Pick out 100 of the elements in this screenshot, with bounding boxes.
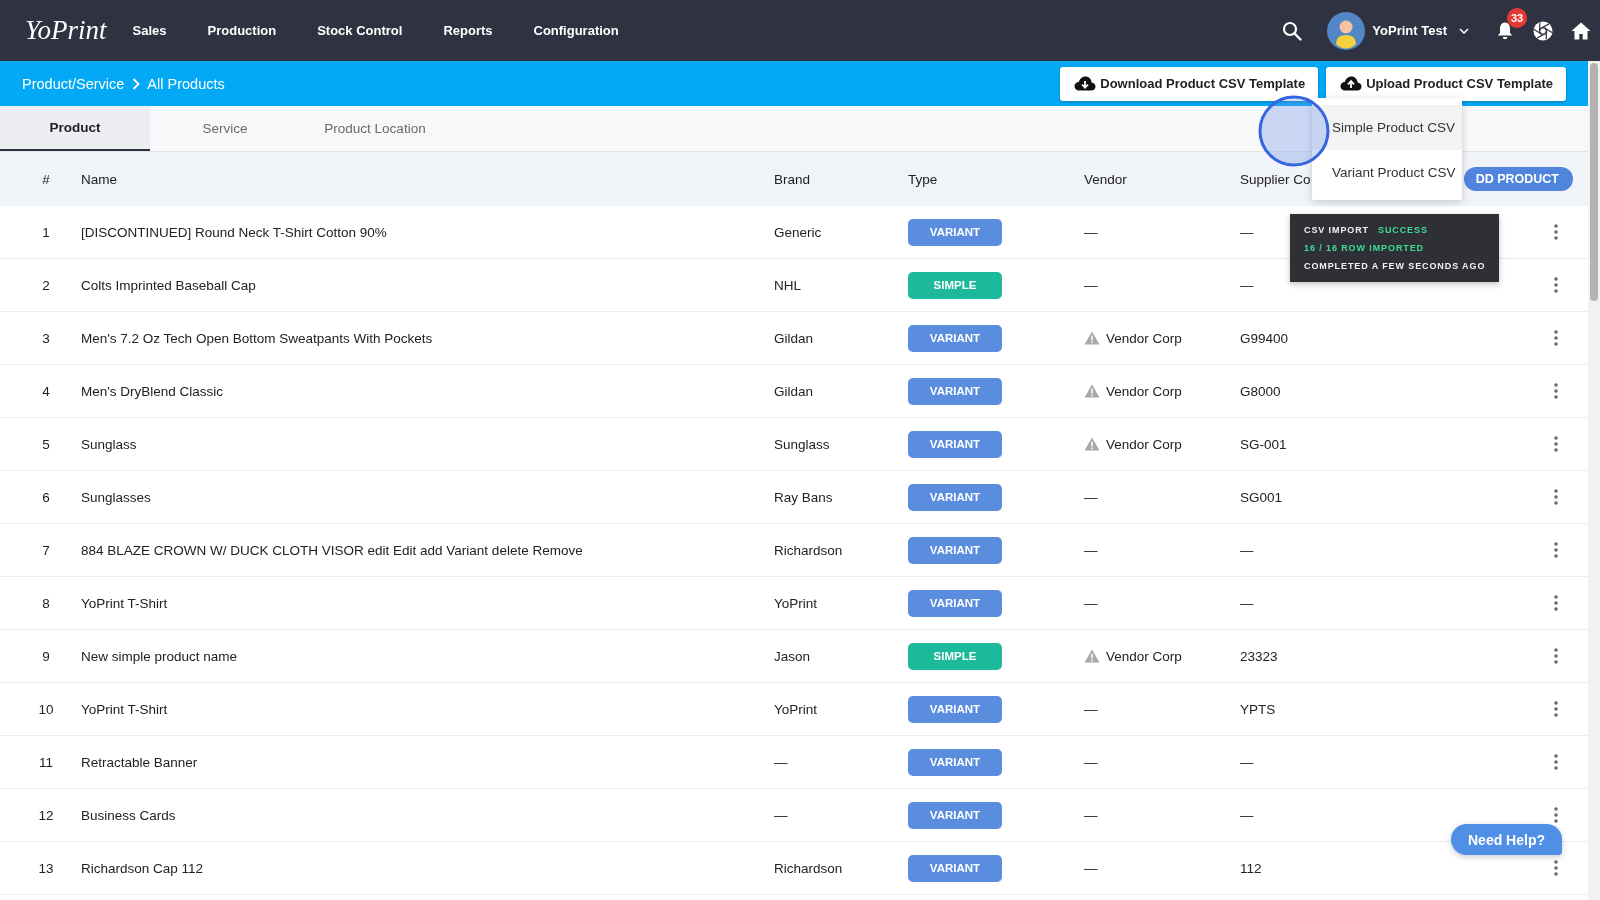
- type-tag: VARIANT: [908, 695, 1002, 723]
- table-cell: Richardson: [774, 860, 843, 876]
- more-options-icon[interactable]: [1554, 224, 1558, 240]
- type-tag: VARIANT: [908, 854, 1002, 882]
- user-name[interactable]: YoPrint Test: [1372, 23, 1447, 38]
- type-tag: SIMPLE: [908, 271, 1002, 299]
- more-options-icon[interactable]: [1554, 383, 1558, 399]
- type-tag: VARIANT: [908, 430, 1002, 458]
- vendor-name: —: [1084, 860, 1098, 876]
- nav-menu-item[interactable]: Sales: [132, 23, 167, 38]
- vendor-name: —: [1084, 489, 1098, 505]
- menu-item[interactable]: Variant Product CSV: [1312, 150, 1462, 195]
- more-options-icon[interactable]: [1554, 754, 1558, 770]
- supplier-code: —: [1240, 595, 1254, 611]
- tab[interactable]: Product: [0, 106, 150, 151]
- more-options-icon[interactable]: [1554, 489, 1558, 505]
- avatar-icon[interactable]: [1327, 11, 1366, 50]
- more-options-icon[interactable]: [1554, 648, 1558, 664]
- csv-template-button[interactable]: Upload Product CSV Template: [1326, 66, 1566, 101]
- supplier-code: SG-001: [1240, 436, 1287, 452]
- column-header: Name: [81, 171, 117, 187]
- row-number: 6: [42, 489, 50, 505]
- menu-item[interactable]: Simple Product CSV: [1312, 105, 1462, 150]
- toast-status: SUCCESS: [1378, 225, 1428, 236]
- supplier-code: —: [1240, 754, 1254, 770]
- supplier-code: G8000: [1240, 383, 1281, 399]
- more-options-icon[interactable]: [1554, 860, 1558, 876]
- more-options-icon[interactable]: [1554, 807, 1558, 823]
- column-header: Supplier Co: [1240, 171, 1311, 187]
- more-options-icon[interactable]: [1554, 701, 1558, 717]
- nav-menu-item[interactable]: Reports: [443, 23, 493, 38]
- toast-time: COMPLETED A FEW SECONDS AGO: [1304, 261, 1486, 272]
- type-tag: VARIANT: [908, 377, 1002, 405]
- more-options-icon[interactable]: [1554, 542, 1558, 558]
- more-options-icon[interactable]: [1554, 436, 1558, 452]
- vendor-name: Vendor Corp: [1106, 648, 1182, 664]
- click-highlight-icon: [1258, 95, 1330, 167]
- table-cell: —: [774, 754, 788, 770]
- table-cell: Generic: [774, 224, 822, 240]
- add-product-button[interactable]: DD PRODUCT: [1463, 167, 1573, 191]
- vendor-name: Vendor Corp: [1106, 436, 1182, 452]
- cloud-upload-icon: [1340, 76, 1363, 91]
- supplier-code: —: [1240, 542, 1254, 558]
- row-number: 12: [38, 807, 54, 823]
- search-icon[interactable]: [1282, 20, 1303, 41]
- chevron-right-icon: [132, 77, 141, 90]
- product-name: Sunglass: [81, 436, 137, 452]
- chevron-down-icon[interactable]: [1459, 27, 1469, 34]
- nav-menu-item[interactable]: Stock Control: [317, 23, 403, 38]
- vendor-name: —: [1084, 277, 1098, 293]
- vendor-name: —: [1084, 701, 1098, 717]
- column-header: Vendor: [1084, 171, 1127, 187]
- column-header: Type: [908, 171, 938, 187]
- toast-title: CSV IMPORT: [1304, 225, 1369, 236]
- vendor-name: —: [1084, 807, 1098, 823]
- notification-count-badge: 33: [1507, 7, 1527, 28]
- vendor-name: —: [1084, 224, 1098, 240]
- table-cell: Jason: [774, 648, 811, 664]
- row-number: 10: [38, 701, 54, 717]
- aperture-icon[interactable]: [1533, 20, 1553, 41]
- table-cell: NHL: [774, 277, 801, 293]
- row-number: 9: [42, 648, 50, 664]
- table-cell: Gildan: [774, 383, 814, 399]
- product-name: Retractable Banner: [81, 754, 198, 770]
- product-name: 884 BLAZE CROWN W/ DUCK CLOTH VISOR edit Edit add Variant delete Remove: [81, 542, 583, 558]
- supplier-code: 112: [1240, 860, 1262, 876]
- type-tag: VARIANT: [908, 536, 1002, 564]
- bell-icon[interactable]: [1495, 20, 1515, 41]
- tab[interactable]: Product Location: [300, 106, 450, 151]
- more-options-icon[interactable]: [1554, 277, 1558, 293]
- type-tag: SIMPLE: [908, 642, 1002, 670]
- product-name: Business Cards: [81, 807, 176, 823]
- supplier-code: —: [1240, 807, 1254, 823]
- type-tag: VARIANT: [908, 801, 1002, 829]
- csv-template-button[interactable]: Download Product CSV Template: [1060, 66, 1319, 101]
- tab[interactable]: Service: [150, 106, 300, 151]
- toast-detail: 16 / 16 ROW IMPORTED: [1304, 243, 1425, 254]
- type-tag: VARIANT: [908, 483, 1002, 511]
- row-number: 7: [42, 542, 50, 558]
- product-name: Men's 7.2 Oz Tech Open Bottom Sweatpants With Pockets: [81, 330, 433, 346]
- nav-menu-item[interactable]: Configuration: [533, 23, 619, 38]
- scrollbar-thumb[interactable]: [1590, 63, 1598, 301]
- vendor-name: —: [1084, 542, 1098, 558]
- type-tag: VARIANT: [908, 748, 1002, 776]
- app-logo[interactable]: YoPrint: [25, 17, 107, 44]
- vendor-name: Vendor Corp: [1106, 330, 1182, 346]
- table-cell: YoPrint: [774, 701, 818, 717]
- nav-menu-item[interactable]: Production: [207, 23, 277, 38]
- supplier-code: —: [1240, 224, 1254, 240]
- vendor-name: —: [1084, 595, 1098, 611]
- more-options-icon[interactable]: [1554, 330, 1558, 346]
- row-number: 11: [39, 754, 53, 770]
- home-icon[interactable]: [1571, 21, 1591, 40]
- more-options-icon[interactable]: [1554, 595, 1558, 611]
- row-number: 5: [42, 436, 50, 452]
- supplier-code: YPTS: [1240, 701, 1276, 717]
- table-cell: YoPrint: [774, 595, 818, 611]
- table-cell: Ray Bans: [774, 489, 833, 505]
- cloud-download-icon: [1074, 76, 1097, 91]
- scrollbar-track[interactable]: [1588, 61, 1600, 900]
